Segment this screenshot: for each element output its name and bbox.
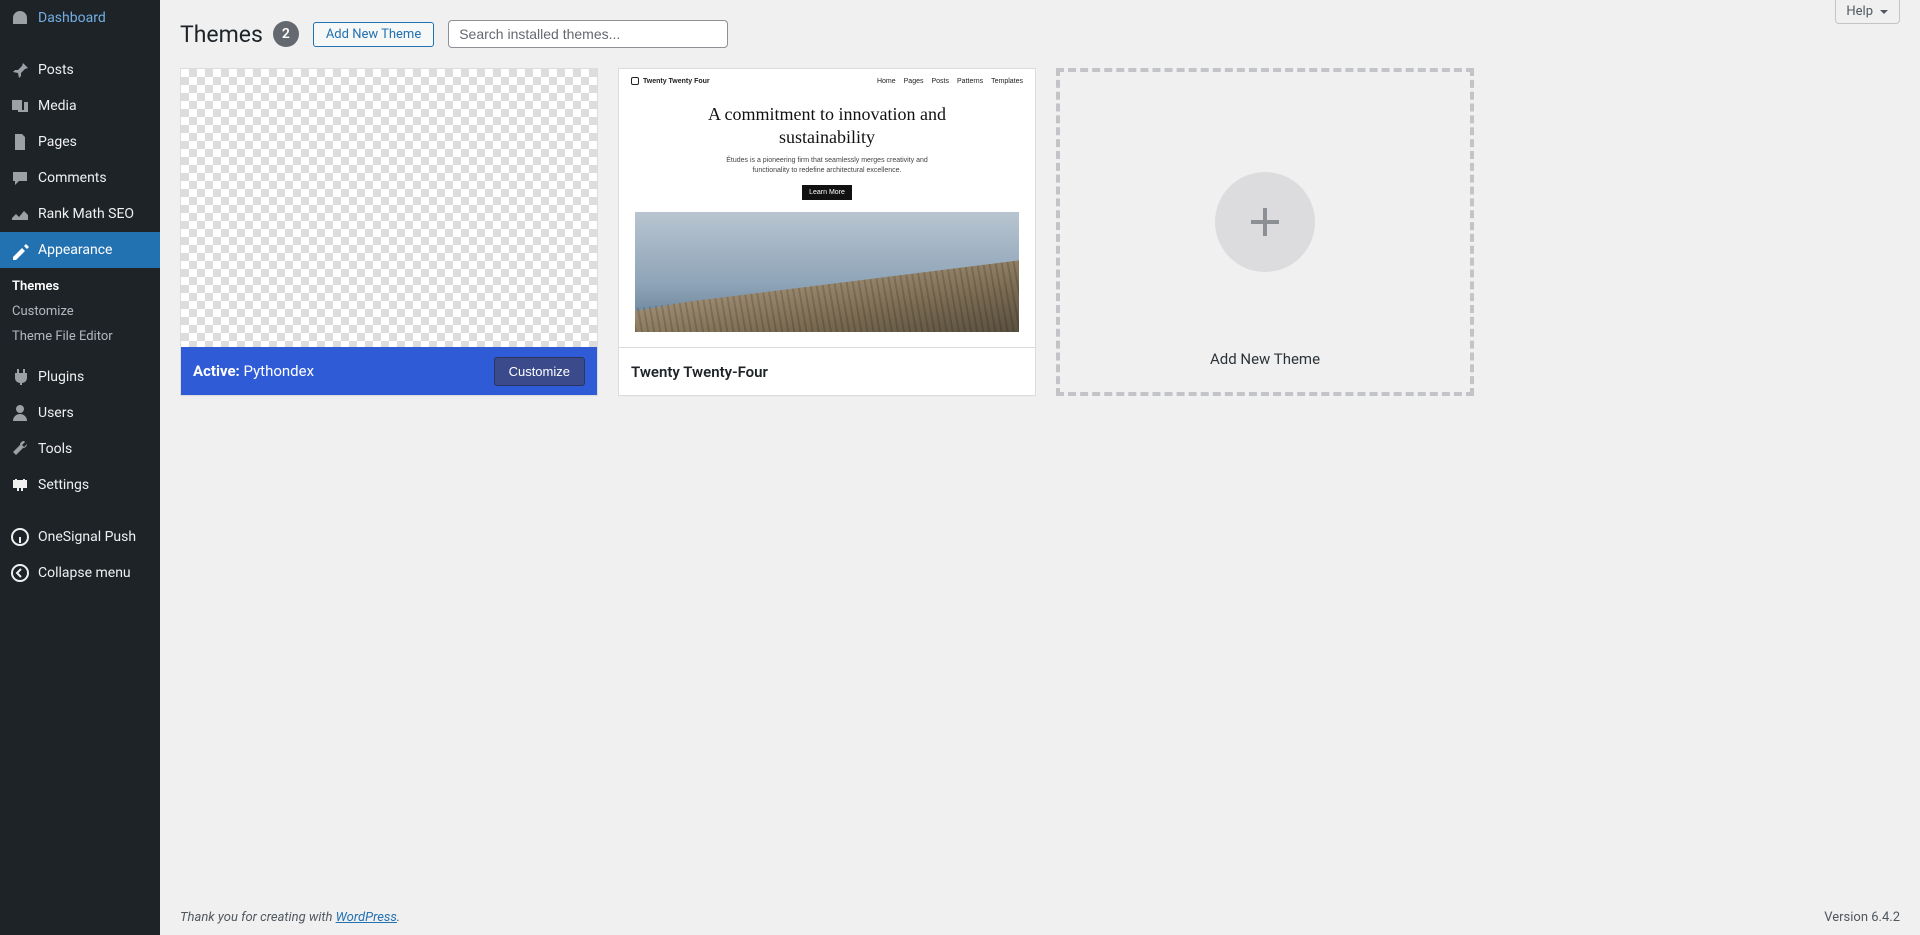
chart-icon xyxy=(10,204,30,224)
pages-icon xyxy=(10,132,30,152)
sidebar-item-posts[interactable]: Posts xyxy=(0,52,160,88)
collapse-icon xyxy=(10,563,30,583)
wordpress-link[interactable]: WordPress xyxy=(336,910,397,925)
sidebar-item-pages[interactable]: Pages xyxy=(0,124,160,160)
sidebar-item-tools[interactable]: Tools xyxy=(0,431,160,467)
search-themes-input[interactable] xyxy=(448,20,728,48)
help-label: Help xyxy=(1846,4,1873,19)
theme-count-badge: 2 xyxy=(273,21,299,47)
menu-label: Tools xyxy=(38,441,72,457)
add-new-circle xyxy=(1215,172,1315,272)
settings-icon xyxy=(10,475,30,495)
submenu-themes[interactable]: Themes xyxy=(0,274,160,299)
preview-nav: Home Pages Posts Patterns Templates xyxy=(877,78,1023,85)
sidebar-item-users[interactable]: Users xyxy=(0,395,160,431)
active-prefix: Active: xyxy=(193,362,240,380)
sidebar-item-dashboard[interactable]: Dashboard xyxy=(0,0,160,36)
footer-version: Version 6.4.2 xyxy=(1824,910,1900,925)
submenu-theme-file-editor[interactable]: Theme File Editor xyxy=(0,324,160,349)
menu-label: Dashboard xyxy=(38,10,106,26)
onesignal-icon xyxy=(10,527,30,547)
menu-label: Rank Math SEO xyxy=(38,206,134,222)
theme-screenshot xyxy=(181,69,597,347)
preview-headline: A commitment to innovation and sustainab… xyxy=(671,103,983,150)
themes-grid: Active: Pythondex Customize Twenty Twent… xyxy=(180,68,1900,396)
menu-label: Pages xyxy=(38,134,77,150)
customize-button[interactable]: Customize xyxy=(494,357,585,386)
plugins-icon xyxy=(10,367,30,387)
menu-label: Settings xyxy=(38,477,89,493)
admin-sidebar: Dashboard Posts Media Pages Comments Ran… xyxy=(0,0,160,935)
footer: Thank you for creating with WordPress. V… xyxy=(160,900,1920,935)
sidebar-item-plugins[interactable]: Plugins xyxy=(0,359,160,395)
theme-card-active[interactable]: Active: Pythondex Customize xyxy=(180,68,598,396)
preview-brand: Twenty Twenty Four xyxy=(643,78,710,85)
sidebar-item-comments[interactable]: Comments xyxy=(0,160,160,196)
sidebar-item-media[interactable]: Media xyxy=(0,88,160,124)
preview-image xyxy=(635,212,1019,332)
active-theme-name: Pythondex xyxy=(244,362,315,380)
sidebar-item-rankmath[interactable]: Rank Math SEO xyxy=(0,196,160,232)
theme-screenshot: Twenty Twenty Four Home Pages Posts Patt… xyxy=(619,69,1035,347)
page-title-text: Themes xyxy=(180,21,263,48)
sidebar-item-collapse[interactable]: Collapse menu xyxy=(0,555,160,591)
help-tab[interactable]: Help xyxy=(1835,0,1900,24)
theme-name-bar: Twenty Twenty-Four xyxy=(619,347,1035,395)
page-title: Themes 2 xyxy=(180,21,299,48)
menu-label: OneSignal Push xyxy=(38,529,136,545)
comments-icon xyxy=(10,168,30,188)
add-new-theme-card[interactable]: Add New Theme xyxy=(1056,68,1474,396)
appearance-icon xyxy=(10,240,30,260)
menu-label: Users xyxy=(38,405,74,421)
media-icon xyxy=(10,96,30,116)
main-content: Help Themes 2 Add New Theme Active: Pyth… xyxy=(160,0,1920,935)
sidebar-item-appearance[interactable]: Appearance xyxy=(0,232,160,268)
submenu-customize[interactable]: Customize xyxy=(0,299,160,324)
sidebar-item-settings[interactable]: Settings xyxy=(0,467,160,503)
menu-label: Appearance xyxy=(38,242,112,258)
screenshot-placeholder xyxy=(181,69,597,347)
menu-label: Plugins xyxy=(38,369,84,385)
menu-label: Comments xyxy=(38,170,107,186)
theme-card-twentytwentyfour[interactable]: Twenty Twenty Four Home Pages Posts Patt… xyxy=(618,68,1036,396)
users-icon xyxy=(10,403,30,423)
add-new-theme-label: Add New Theme xyxy=(1210,350,1320,368)
preview-sub: Études is a pioneering firm that seamles… xyxy=(721,156,933,176)
heading-row: Themes 2 Add New Theme xyxy=(180,20,1900,48)
plus-icon xyxy=(1245,202,1285,242)
appearance-submenu: Themes Customize Theme File Editor xyxy=(0,268,160,359)
theme-name: Active: Pythondex xyxy=(193,362,314,380)
menu-label: Collapse menu xyxy=(38,565,131,581)
pin-icon xyxy=(10,60,30,80)
footer-thanks: Thank you for creating with WordPress. xyxy=(180,910,400,925)
menu-label: Media xyxy=(38,98,77,114)
theme-name-bar: Active: Pythondex Customize xyxy=(181,347,597,395)
preview-cta: Learn More xyxy=(802,185,852,200)
tools-icon xyxy=(10,439,30,459)
menu-label: Posts xyxy=(38,62,74,78)
dashboard-icon xyxy=(10,8,30,28)
theme-name: Twenty Twenty-Four xyxy=(631,363,768,381)
add-new-theme-button[interactable]: Add New Theme xyxy=(313,22,434,47)
sidebar-item-onesignal[interactable]: OneSignal Push xyxy=(0,519,160,555)
chevron-down-icon xyxy=(1879,7,1889,17)
